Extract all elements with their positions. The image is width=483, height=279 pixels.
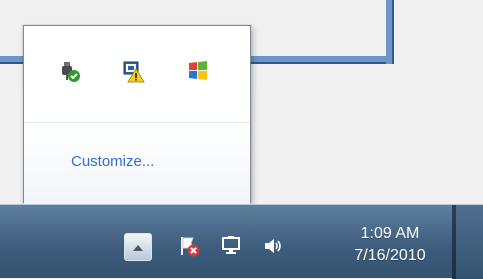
taskbar: 1:09 AM 7/16/2010: [0, 204, 483, 279]
customize-link[interactable]: Customize...: [71, 153, 154, 170]
usb-safely-remove-icon[interactable]: [57, 59, 81, 83]
notification-overflow-flyout: Customize...: [23, 25, 251, 204]
up-arrow-icon: [133, 245, 143, 251]
background-window-border-right: [386, 0, 394, 64]
action-center-flag-error-icon[interactable]: [177, 234, 201, 258]
windows-flag-icon[interactable]: [186, 59, 210, 83]
network-computer-icon[interactable]: [219, 234, 243, 258]
overflow-icons-row: [24, 26, 250, 122]
show-desktop-button[interactable]: [456, 205, 483, 279]
clock-time: 1:09 AM: [360, 225, 420, 242]
network-warning-icon[interactable]: [121, 59, 145, 83]
volume-speaker-icon[interactable]: [261, 234, 285, 258]
clock-date: 7/16/2010: [354, 247, 426, 264]
system-clock[interactable]: 1:09 AM 7/16/2010: [330, 223, 450, 267]
show-hidden-icons-button[interactable]: [124, 233, 152, 261]
